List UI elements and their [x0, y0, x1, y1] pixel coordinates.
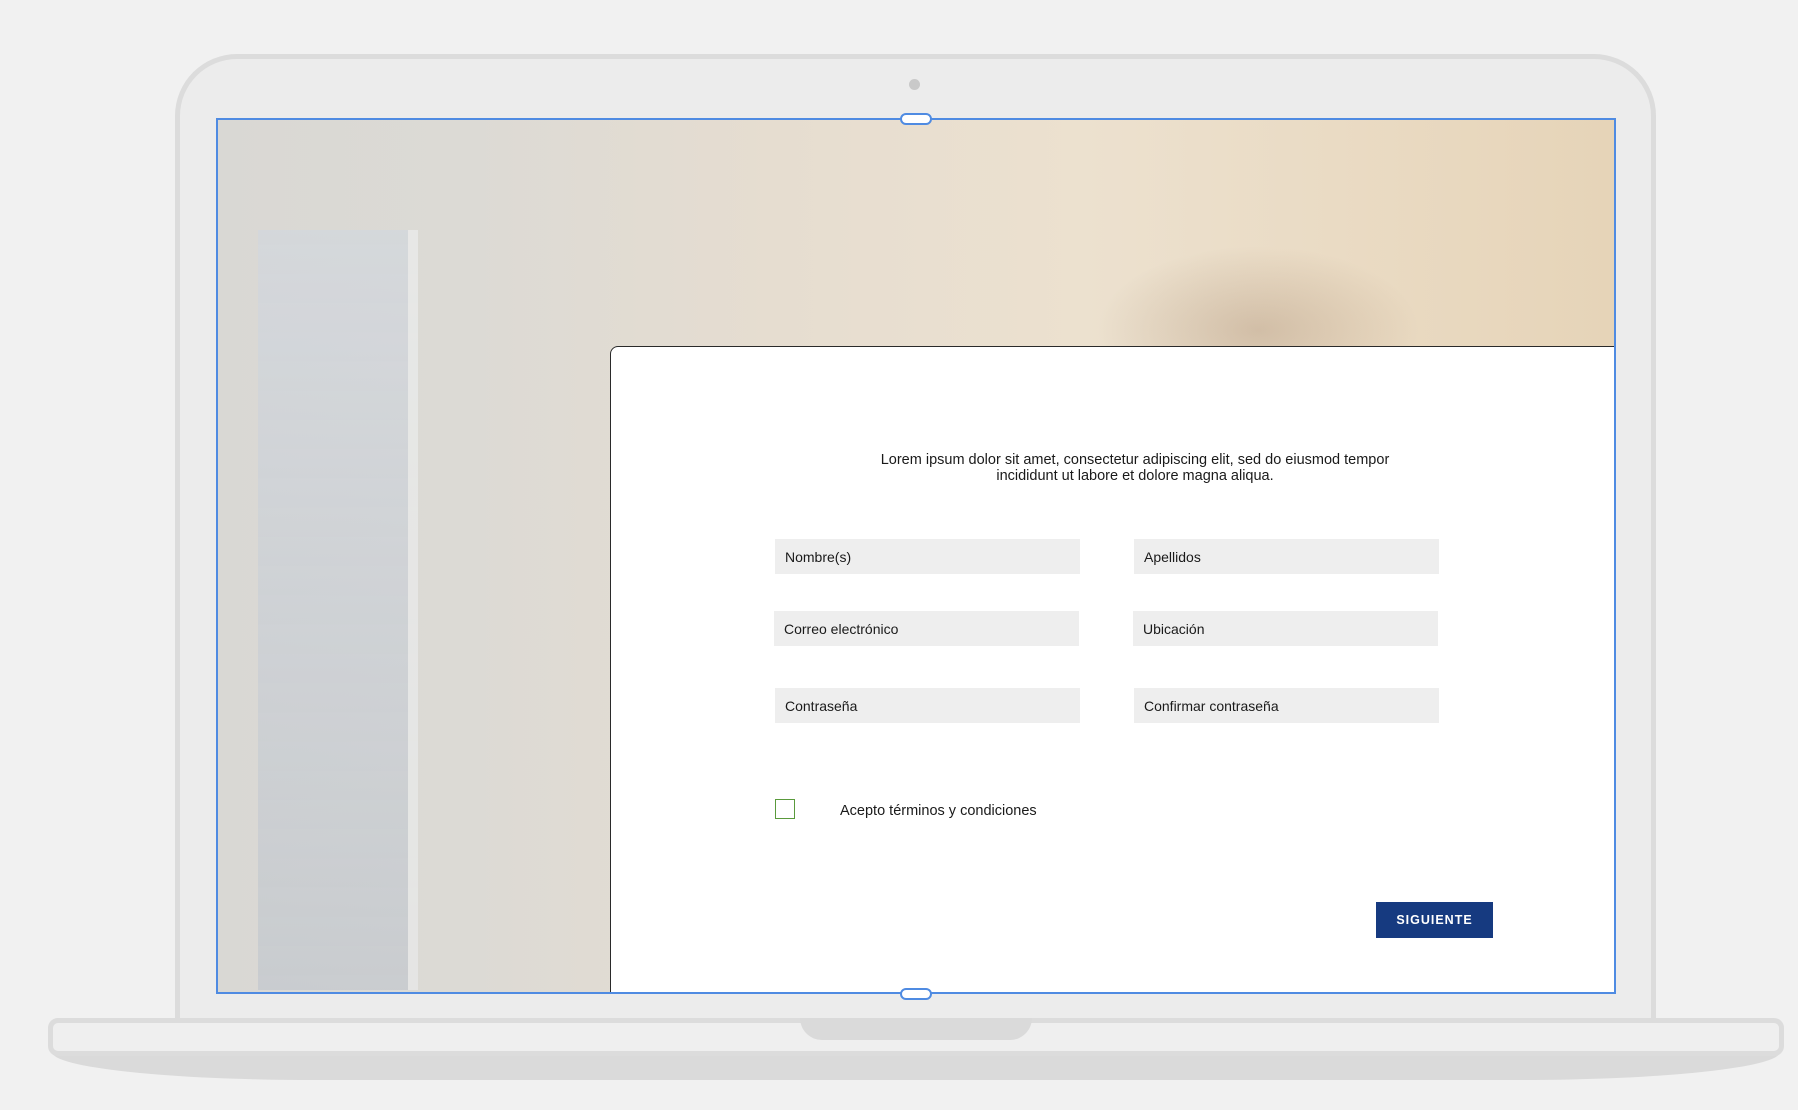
- next-button[interactable]: SIGUIENTE: [1376, 902, 1493, 938]
- resize-handle-top[interactable]: [900, 113, 932, 125]
- password-input[interactable]: [775, 688, 1080, 723]
- screen: Lorem ipsum dolor sit amet, consectetur …: [216, 118, 1616, 994]
- intro-line-2: incididunt ut labore et dolore magna ali…: [996, 468, 1274, 484]
- resize-handle-bottom[interactable]: [900, 988, 932, 1000]
- location-input[interactable]: [1133, 611, 1438, 646]
- registration-modal: Lorem ipsum dolor sit amet, consectetur …: [610, 346, 1614, 992]
- background-window: [258, 230, 418, 990]
- laptop-base-shadow: [52, 1052, 1780, 1080]
- intro-line-1: Lorem ipsum dolor sit amet, consectetur …: [880, 452, 1390, 468]
- last-name-input[interactable]: [1134, 539, 1439, 574]
- confirm-password-input[interactable]: [1134, 688, 1439, 723]
- first-name-input[interactable]: [775, 539, 1080, 574]
- terms-checkbox[interactable]: [775, 799, 795, 819]
- intro-text: Lorem ipsum dolor sit amet, consectetur …: [791, 452, 1479, 484]
- email-input[interactable]: [774, 611, 1079, 646]
- laptop-notch: [800, 1018, 1032, 1040]
- laptop-mockup: Lorem ipsum dolor sit amet, consectetur …: [0, 0, 1798, 1110]
- terms-label[interactable]: Acepto términos y condiciones: [840, 803, 1037, 819]
- camera-icon: [909, 79, 920, 90]
